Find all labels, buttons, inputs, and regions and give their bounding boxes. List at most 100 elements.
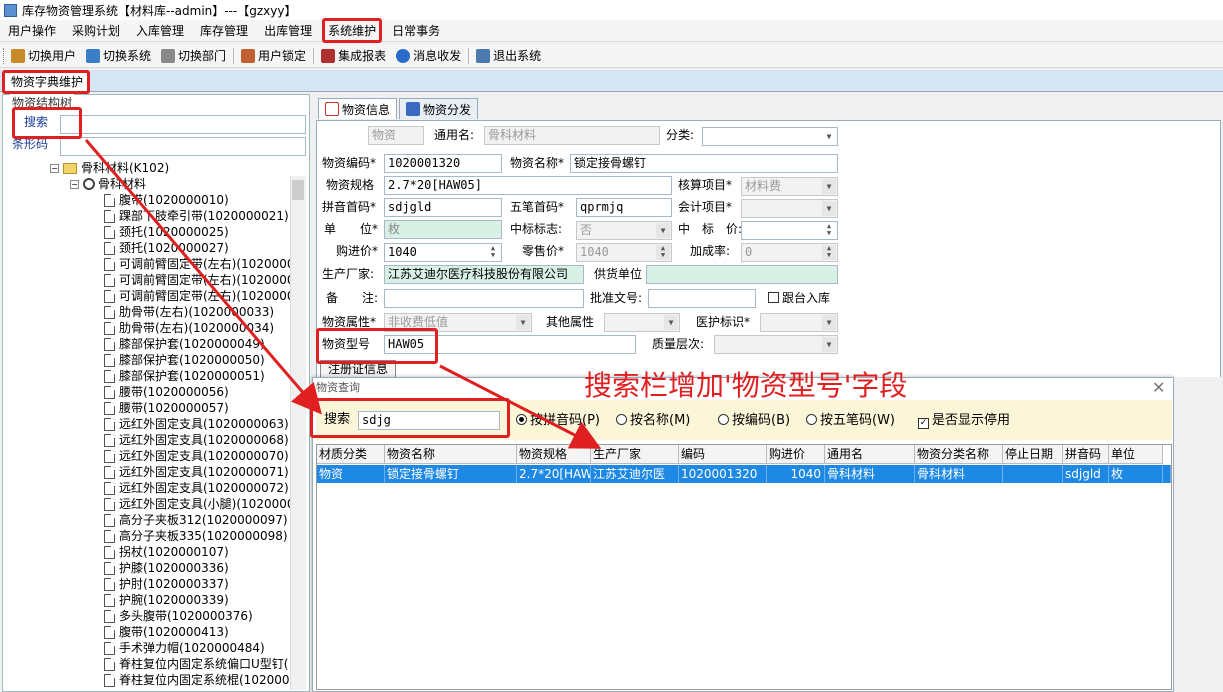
unit-field[interactable]: 枚: [384, 220, 502, 239]
close-icon[interactable]: ✕: [1152, 378, 1165, 397]
chevron-down-icon[interactable]: ▼: [656, 223, 670, 238]
category-field[interactable]: 物资: [368, 126, 424, 145]
supplier-field[interactable]: [646, 265, 838, 284]
spinner-icon[interactable]: ▲ ▼: [656, 245, 670, 260]
grid-header-cell[interactable]: 购进价: [767, 445, 825, 464]
tab-material-info[interactable]: 物资信息: [318, 98, 398, 119]
grid-header-cell[interactable]: 物资分类名称: [915, 445, 1003, 464]
tree-item[interactable]: 护腕(1020000339): [104, 592, 229, 608]
option-name[interactable]: 按名称(M): [616, 411, 690, 430]
user-lock-button[interactable]: 用户锁定: [236, 45, 311, 67]
grid-header-cell[interactable]: 物资规格: [517, 445, 591, 464]
option-wubi[interactable]: 按五笔码(W): [806, 411, 895, 430]
tree-item[interactable]: 膝部保护套(1020000051): [104, 368, 265, 384]
grid-header-cell[interactable]: 物资名称: [385, 445, 517, 464]
retail-spinner[interactable]: 1040 ▲ ▼: [576, 243, 672, 262]
left-search-input[interactable]: [60, 115, 306, 134]
tree-item[interactable]: 踝部下肢牵引带(1020000021): [104, 208, 289, 224]
tree-item[interactable]: 颈托(1020000027): [104, 240, 229, 256]
chevron-down-icon[interactable]: ▼: [822, 337, 836, 352]
grid-cell[interactable]: 1040: [767, 465, 825, 483]
grid-header-cell[interactable]: 生产厂家: [591, 445, 679, 464]
tree-item[interactable]: 高分子夹板335(1020000098): [104, 528, 288, 544]
tab-material-distribute[interactable]: 物资分发: [399, 98, 479, 119]
grid-header-cell[interactable]: 单位: [1109, 445, 1163, 464]
purchase-spinner[interactable]: 1040 ▲ ▼: [384, 243, 502, 262]
tree-item[interactable]: 护膝(1020000336): [104, 560, 229, 576]
tree-child[interactable]: − 骨科材料: [70, 176, 146, 192]
follow-checkbox[interactable]: 跟台入库: [768, 289, 830, 308]
code-field[interactable]: 1020001320: [384, 154, 502, 173]
chevron-down-icon[interactable]: ▼: [822, 179, 836, 194]
tree-item[interactable]: 护肘(1020000337): [104, 576, 229, 592]
grid-cell[interactable]: sdjgld: [1063, 465, 1109, 483]
tree-scrollbar[interactable]: [290, 176, 306, 690]
grid-header-cell[interactable]: 停止日期: [1003, 445, 1063, 464]
approval-field[interactable]: [648, 289, 756, 308]
tree-item[interactable]: 可调前臂固定带(左右)(10200000: [104, 288, 290, 304]
radio-icon[interactable]: [806, 414, 817, 425]
collapse-icon[interactable]: −: [70, 179, 79, 189]
tree-item[interactable]: 膝部保护套(1020000049): [104, 336, 265, 352]
spinner-icon[interactable]: ▲ ▼: [822, 223, 836, 238]
show-disabled-checkbox[interactable]: ✓ 是否显示停用: [918, 411, 1010, 430]
grid-cell[interactable]: 江苏艾迪尔医: [591, 465, 679, 483]
tree-item[interactable]: 腹带(1020000413): [104, 624, 229, 640]
class-select[interactable]: ▼: [702, 127, 838, 146]
menu-outbound[interactable]: 出库管理: [256, 21, 320, 41]
chevron-down-icon[interactable]: ▼: [664, 315, 678, 330]
tree-item[interactable]: 腹带(1020000010): [104, 192, 229, 208]
menu-daily-affairs[interactable]: 日常事务: [384, 21, 448, 41]
grid-cell[interactable]: 1020001320: [679, 465, 767, 483]
bid-price-spinner[interactable]: ▲ ▼: [741, 221, 838, 240]
accounting-select[interactable]: ▼: [741, 199, 838, 218]
grid-cell[interactable]: 骨科材料: [825, 465, 915, 483]
option-code[interactable]: 按编码(B): [718, 411, 790, 430]
menu-user-ops[interactable]: 用户操作: [0, 21, 64, 41]
grid-header-cell[interactable]: 拼音码: [1063, 445, 1109, 464]
tree-root[interactable]: − 骨科材料(K102): [50, 160, 169, 176]
pinyin-field[interactable]: sdjgld: [384, 198, 502, 217]
spinner-icon[interactable]: ▲ ▼: [822, 245, 836, 260]
report-button[interactable]: 集成报表: [316, 45, 391, 67]
tree-item[interactable]: 高分子夹板312(1020000097): [104, 512, 288, 528]
markup-spinner[interactable]: 0 ▲ ▼: [741, 243, 838, 262]
grid-header-cell[interactable]: 编码: [679, 445, 767, 464]
account-select[interactable]: 材料费 ▼: [741, 177, 838, 196]
insurance-select[interactable]: ▼: [760, 313, 838, 332]
name-field[interactable]: 锁定接骨螺钉: [570, 154, 838, 173]
switch-dept-button[interactable]: 切换部门: [156, 45, 231, 67]
tree-item[interactable]: 拐杖(1020000107): [104, 544, 229, 560]
tree-item[interactable]: 多头腹带(1020000376): [104, 608, 253, 624]
tree-scroll-thumb[interactable]: [292, 180, 304, 200]
switch-user-button[interactable]: 切换用户: [6, 45, 81, 67]
switch-system-button[interactable]: 切换系统: [81, 45, 156, 67]
tree-item[interactable]: 脊柱复位内固定系统棍(1020001: [104, 672, 290, 688]
grid-header-cell[interactable]: 材质分类: [317, 445, 385, 464]
tree-item[interactable]: 远红外固定支具(1020000070): [104, 448, 289, 464]
collapse-icon[interactable]: −: [50, 163, 59, 173]
chevron-down-icon[interactable]: ▼: [516, 315, 530, 330]
tree-item[interactable]: 腰带(1020000057): [104, 400, 229, 416]
tree-item[interactable]: 膝部保护套(1020000050): [104, 352, 265, 368]
tree-item[interactable]: 远红外固定支具(1020000071): [104, 464, 289, 480]
result-grid[interactable]: 材质分类 物资 物资名称 锁定接骨螺钉 物资规格 2.7*20[HAW 生产厂家 江苏艾迪尔医…: [316, 444, 1172, 690]
barcode-input[interactable]: [60, 137, 306, 156]
tree-item[interactable]: 可调前臂固定带(左右)(10200000: [104, 256, 290, 272]
chevron-down-icon[interactable]: ▼: [822, 315, 836, 330]
tree-item[interactable]: 远红外固定支具(1020000063): [104, 416, 289, 432]
grid-cell[interactable]: 锁定接骨螺钉: [385, 465, 517, 483]
manufacturer-field[interactable]: 江苏艾迪尔医疗科技股份有限公司: [384, 265, 584, 284]
grid-cell[interactable]: 枚: [1109, 465, 1163, 483]
other-attr-select[interactable]: ▼: [604, 313, 680, 332]
tree-item[interactable]: 肋骨带(左右)(1020000033): [104, 304, 274, 320]
radio-icon[interactable]: [516, 414, 527, 425]
material-tree[interactable]: − 骨科材料(K102) − 骨科材料 腹带(1020000010) 踝部下肢牵引…: [8, 160, 290, 690]
bid-flag-select[interactable]: 否 ▼: [576, 221, 672, 240]
exit-button[interactable]: 退出系统: [471, 45, 546, 67]
option-pinyin[interactable]: 按拼音码(P): [516, 411, 600, 430]
radio-icon[interactable]: [616, 414, 627, 425]
common-name-field[interactable]: 骨科材料: [484, 126, 660, 145]
checkbox-icon[interactable]: [768, 292, 779, 303]
tree-item[interactable]: 可调前臂固定带(左右)(10200000: [104, 272, 290, 288]
